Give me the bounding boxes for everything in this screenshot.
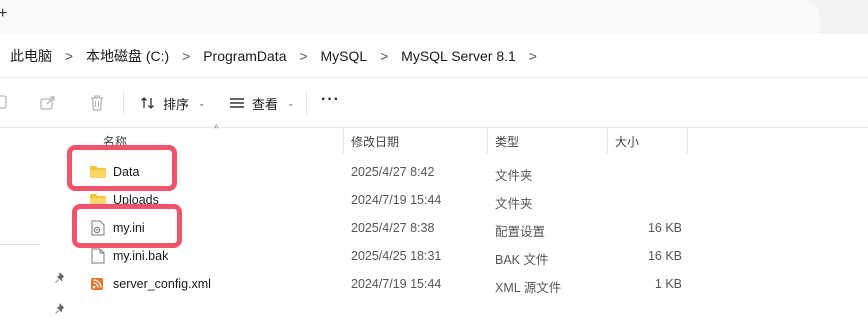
file-name: my.ini [113, 221, 145, 235]
column-divider[interactable] [607, 128, 608, 154]
pin-icon[interactable] [54, 303, 66, 315]
file-row[interactable]: Data 2025/4/27 8:42 文件夹 [72, 158, 868, 186]
breadcrumb-item-programdata[interactable]: ProgramData > [203, 48, 320, 64]
column-divider[interactable] [687, 128, 688, 154]
folder-icon [90, 194, 106, 206]
column-header-type[interactable]: 类型 [495, 133, 519, 150]
file-date: 2024/7/19 15:44 [351, 277, 442, 291]
toolbar-separator [306, 91, 307, 115]
nav-divider [0, 244, 40, 245]
sort-label: 排序 [163, 96, 190, 112]
view-button[interactable]: 查看 ⌄ [229, 92, 295, 114]
view-list-icon [230, 98, 244, 108]
file-type: 配置设置 [495, 225, 546, 239]
file-name: Data [113, 165, 140, 179]
chevron-right-icon[interactable]: > [516, 48, 550, 64]
file-date: 2025/4/25 18:31 [351, 249, 442, 263]
breadcrumb-label[interactable]: MySQL [320, 48, 367, 64]
sort-icon [141, 97, 154, 109]
command-bar: 排序 ⌄ 查看 ⌄ ··· [0, 78, 868, 128]
file-row[interactable]: Uploads 2024/7/19 15:44 文件夹 [72, 186, 868, 214]
sort-ascending-icon: ^ [214, 124, 219, 135]
file-size: 1 KB [654, 277, 682, 291]
toolbar-separator [123, 91, 124, 115]
chevron-right-icon[interactable]: > [367, 48, 401, 64]
chevron-down-icon: ⌄ [198, 97, 206, 108]
active-tab[interactable] [0, 0, 820, 34]
config-file-icon [91, 220, 105, 236]
share-icon[interactable] [39, 94, 57, 112]
breadcrumb-item-this-pc[interactable]: 此电脑 > [10, 46, 86, 66]
file-type: XML 源文件 [495, 281, 562, 295]
file-date: 2025/4/27 8:42 [351, 165, 435, 179]
title-bar: + [0, 0, 868, 34]
xml-file-icon [91, 278, 103, 290]
file-date: 2024/7/19 15:44 [351, 193, 442, 207]
column-divider[interactable] [487, 128, 488, 154]
file-name: server_config.xml [113, 277, 211, 291]
new-tab-button[interactable]: + [0, 4, 12, 24]
pin-icon[interactable] [54, 272, 66, 284]
breadcrumb-item-mysql[interactable]: MySQL > [320, 48, 401, 64]
column-header-size[interactable]: 大小 [615, 133, 639, 150]
file-type: 文件夹 [495, 197, 533, 211]
file-size: 16 KB [647, 249, 682, 263]
file-icon [91, 248, 105, 264]
file-size: 16 KB [647, 221, 682, 235]
file-name: Uploads [113, 193, 159, 207]
breadcrumb[interactable]: 此电脑 > 本地磁盘 (C:) > ProgramData > MySQL > … [0, 34, 868, 78]
chevron-right-icon[interactable]: > [169, 48, 203, 64]
breadcrumb-label[interactable]: 本地磁盘 (C:) [86, 46, 169, 66]
column-divider[interactable] [343, 128, 344, 154]
file-explorer-window: + 此电脑 > 本地磁盘 (C:) > ProgramData > MySQL … [0, 0, 868, 319]
delete-icon[interactable] [88, 94, 106, 112]
chevron-down-icon: ⌄ [287, 97, 295, 108]
breadcrumb-label[interactable]: MySQL Server 8.1 [401, 48, 516, 64]
file-type: 文件夹 [495, 169, 533, 183]
file-type: BAK 文件 [495, 253, 549, 267]
chevron-right-icon[interactable]: > [52, 48, 86, 64]
view-label: 查看 [252, 96, 279, 112]
column-headers: ^ 名称 修改日期 类型 大小 [72, 124, 868, 155]
folder-icon [90, 166, 106, 178]
breadcrumb-item-local-disk[interactable]: 本地磁盘 (C:) > [86, 46, 203, 66]
navigation-pane [0, 128, 72, 319]
more-options-button[interactable]: ··· [321, 91, 340, 109]
breadcrumb-label[interactable]: ProgramData [203, 48, 286, 64]
sort-button[interactable]: 排序 ⌄ [140, 92, 206, 114]
copy-icon[interactable] [0, 94, 12, 112]
file-date: 2025/4/27 8:38 [351, 221, 435, 235]
file-row[interactable]: server_config.xml 2024/7/19 15:44 XML 源文… [72, 270, 868, 298]
file-name: my.ini.bak [113, 249, 169, 263]
column-header-date[interactable]: 修改日期 [351, 133, 399, 150]
file-row[interactable]: my.ini.bak 2025/4/25 18:31 BAK 文件 16 KB [72, 242, 868, 270]
chevron-right-icon[interactable]: > [286, 48, 320, 64]
breadcrumb-item-mysql-server[interactable]: MySQL Server 8.1 > [401, 48, 550, 64]
file-row[interactable]: my.ini 2025/4/27 8:38 配置设置 16 KB [72, 214, 868, 242]
column-header-name[interactable]: 名称 [103, 133, 127, 150]
breadcrumb-label[interactable]: 此电脑 [10, 46, 52, 66]
